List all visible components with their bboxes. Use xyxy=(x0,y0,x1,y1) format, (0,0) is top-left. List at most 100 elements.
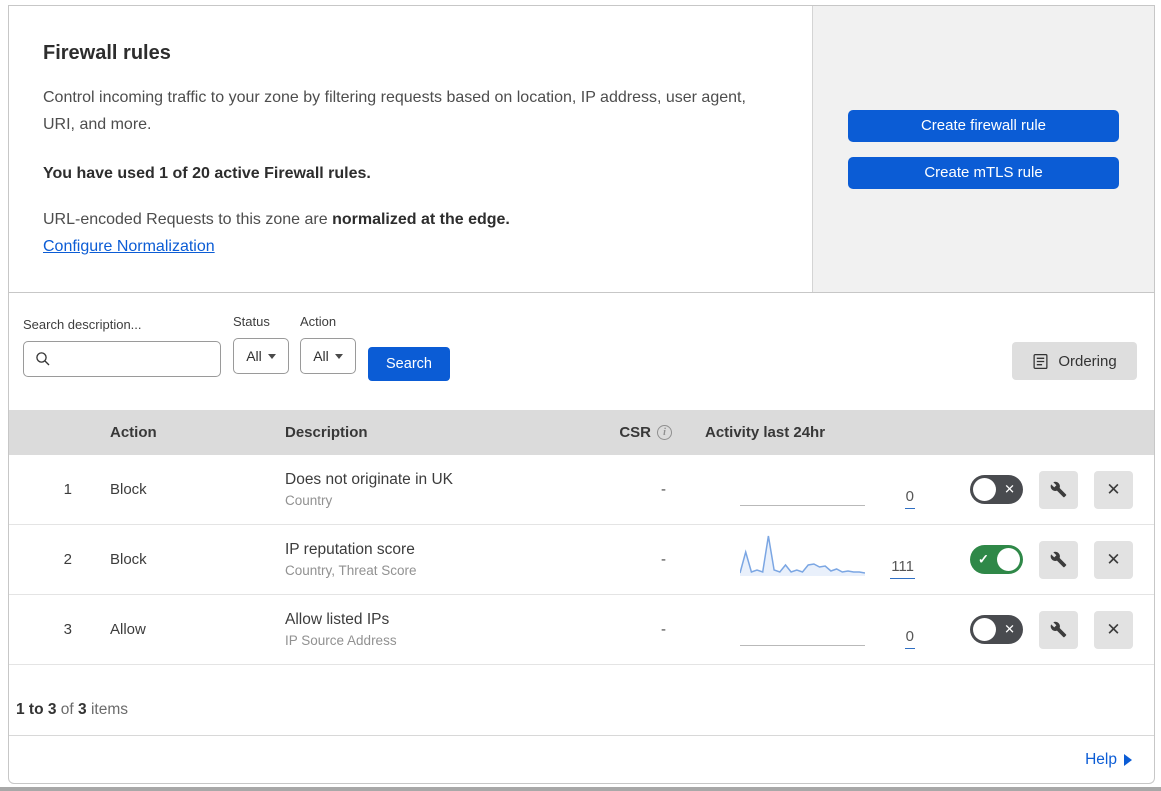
enable-toggle[interactable] xyxy=(970,545,1023,574)
info-icon[interactable] xyxy=(657,425,672,440)
rule-fields: IP Source Address xyxy=(285,633,397,648)
enable-toggle[interactable] xyxy=(970,615,1023,644)
normalization-bold: normalized at the edge. xyxy=(332,210,510,228)
list-document-icon xyxy=(1032,353,1049,370)
rule-priority: 3 xyxy=(63,621,72,638)
configure-normalization-link[interactable]: Configure Normalization xyxy=(43,238,215,255)
firewall-rules-page: Firewall rules Control incoming traffic … xyxy=(8,5,1155,784)
items-total: 3 xyxy=(78,701,91,718)
overview-text-panel: Firewall rules Control incoming traffic … xyxy=(9,6,812,292)
rule-description-cell: Allow listed IPs IP Source Address xyxy=(285,611,610,648)
rule-description-cell: IP reputation score Country, Threat Scor… xyxy=(285,541,610,578)
help-link-label: Help xyxy=(1085,750,1117,768)
page-title: Firewall rules xyxy=(43,42,171,64)
search-group: Search description... xyxy=(23,317,244,377)
status-filter-group: Status All xyxy=(233,314,289,374)
rule-controls: ✕ xyxy=(925,470,1154,509)
rule-description[interactable]: IP reputation score xyxy=(285,541,610,559)
action-filter-group: Action All xyxy=(300,314,356,374)
normalization-prefix: URL-encoded Requests to this zone are xyxy=(43,210,333,228)
status-label: Status xyxy=(233,314,270,329)
status-dropdown-value: All xyxy=(246,348,262,364)
ordering-button[interactable]: Ordering xyxy=(1012,342,1137,380)
action-dropdown[interactable]: All xyxy=(300,338,356,374)
toggle-knob-icon xyxy=(997,548,1020,571)
close-icon: ✕ xyxy=(1106,479,1121,499)
firewall-overview-card: Firewall rules Control incoming traffic … xyxy=(8,5,1155,293)
delete-rule-button[interactable]: ✕ xyxy=(1094,610,1133,649)
normalization-note: URL-encoded Requests to this zone are no… xyxy=(43,211,772,229)
enable-toggle[interactable] xyxy=(970,475,1023,504)
rule-action: Allow xyxy=(110,621,146,638)
rule-description[interactable]: Does not originate in UK xyxy=(285,471,610,489)
search-label: Search description... xyxy=(23,317,142,332)
header-action: Action xyxy=(110,424,157,441)
wrench-icon xyxy=(1050,481,1067,498)
toggle-knob-icon xyxy=(973,478,996,501)
page-bottom-edge xyxy=(0,787,1161,791)
rule-activity-cell: 0 xyxy=(680,601,925,658)
wrench-icon xyxy=(1050,551,1067,568)
search-box xyxy=(23,341,244,377)
actions-panel: Create firewall rule Create mTLS rule xyxy=(812,6,1154,292)
toggle-knob-icon xyxy=(973,618,996,641)
rule-activity-cell: 0 xyxy=(680,461,925,518)
help-bar: Help xyxy=(9,735,1154,783)
delete-rule-button[interactable]: ✕ xyxy=(1094,540,1133,579)
rule-description[interactable]: Allow listed IPs xyxy=(285,611,610,629)
chevron-down-icon xyxy=(267,353,276,359)
table-row: 2 Block IP reputation score Country, Thr… xyxy=(9,525,1154,595)
rule-priority: 2 xyxy=(63,551,72,568)
search-button[interactable]: Search xyxy=(368,347,450,381)
rule-controls: ✕ xyxy=(925,610,1154,649)
activity-sparkline xyxy=(740,461,865,506)
rule-fields: Country, Threat Score xyxy=(285,563,417,578)
create-mtls-rule-button[interactable]: Create mTLS rule xyxy=(848,156,1119,189)
of-text: of xyxy=(60,701,79,718)
action-dropdown-value: All xyxy=(313,348,329,364)
rule-activity-cell: 111 xyxy=(680,532,925,588)
delete-rule-button[interactable]: ✕ xyxy=(1094,470,1133,509)
create-firewall-rule-button[interactable]: Create firewall rule xyxy=(848,109,1119,142)
rule-description-cell: Does not originate in UK Country xyxy=(285,471,610,508)
edit-rule-button[interactable] xyxy=(1039,540,1078,579)
table-row: 1 Block Does not originate in UK Country… xyxy=(9,455,1154,525)
rule-controls: ✕ xyxy=(925,540,1154,579)
ordering-button-label: Ordering xyxy=(1058,352,1117,370)
search-icon xyxy=(35,351,51,367)
rule-csr-value: - xyxy=(661,481,666,498)
activity-count-link[interactable]: 0 xyxy=(904,488,915,509)
rule-action: Block xyxy=(110,481,147,498)
arrow-right-icon xyxy=(1124,753,1132,766)
activity-count-link[interactable]: 111 xyxy=(890,557,915,579)
header-description: Description xyxy=(285,424,368,441)
rule-csr-value: - xyxy=(661,621,666,638)
header-csr: CSR xyxy=(610,424,680,441)
activity-sparkline xyxy=(740,601,865,646)
edit-rule-button[interactable] xyxy=(1039,470,1078,509)
help-link[interactable]: Help xyxy=(1085,751,1132,769)
rule-action: Block xyxy=(110,551,147,568)
filter-bar: Search description... Status All Action xyxy=(9,293,1154,410)
header-activity: Activity last 24hr xyxy=(705,424,826,441)
chevron-down-icon xyxy=(334,353,343,359)
edit-rule-button[interactable] xyxy=(1039,610,1078,649)
page-description: Control incoming traffic to your zone by… xyxy=(43,89,746,133)
status-dropdown[interactable]: All xyxy=(233,338,289,374)
wrench-icon xyxy=(1050,621,1067,638)
usage-summary: You have used 1 of 20 active Firewall ru… xyxy=(43,164,371,182)
close-icon: ✕ xyxy=(1106,619,1121,639)
rule-fields: Country xyxy=(285,493,333,508)
activity-sparkline xyxy=(739,532,866,576)
activity-count-link[interactable]: 0 xyxy=(904,628,915,649)
action-label: Action xyxy=(300,314,337,329)
pagination-summary: 1 to 3 of 3 items xyxy=(9,665,1154,735)
rules-list-card: Search description... Status All Action xyxy=(8,293,1155,784)
header-csr-label: CSR xyxy=(619,424,651,441)
close-icon: ✕ xyxy=(1106,549,1121,569)
items-text: items xyxy=(90,701,129,718)
table-header: Action Description CSR Activity last 24h… xyxy=(9,410,1154,455)
search-input[interactable] xyxy=(59,350,244,368)
items-range: 1 to 3 xyxy=(16,701,61,718)
rule-priority: 1 xyxy=(63,481,72,498)
